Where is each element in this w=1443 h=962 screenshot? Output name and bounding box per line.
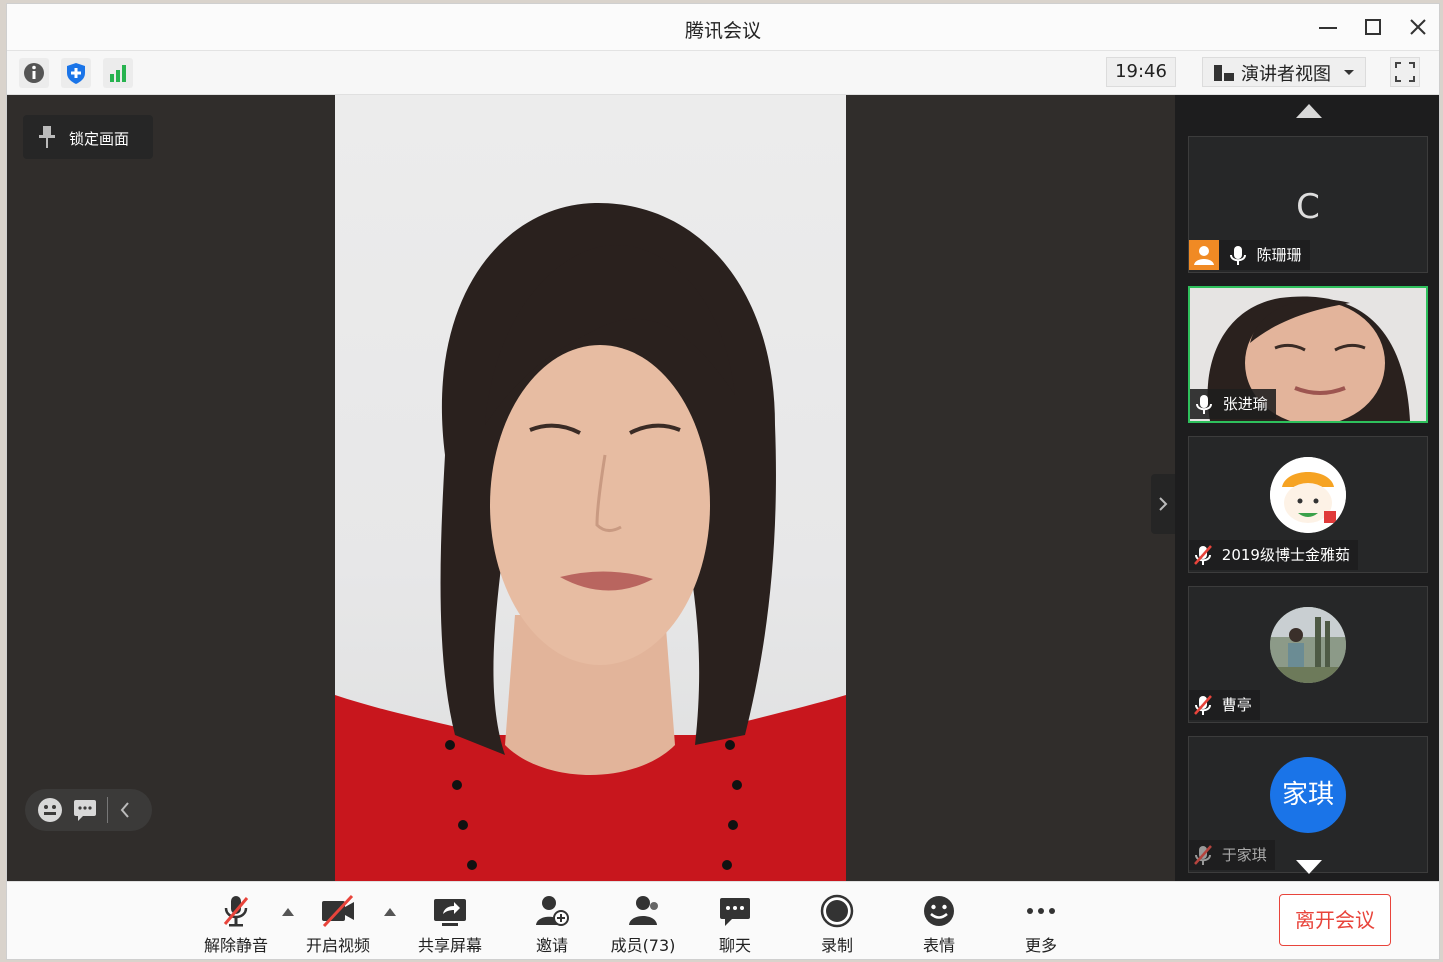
add-user-icon [536,896,569,926]
invite-label: 邀请 [535,936,568,955]
control-bar: 解除静音 开启视频 共享屏幕 邀请 成员(73) 聊天 录制 表情 更多 离开会… [7,881,1439,959]
participant-tile[interactable]: 家琪 于家琪 [1188,736,1428,873]
collapse-left-icon[interactable] [119,801,131,819]
chat-label: 聊天 [718,936,751,955]
chat-button[interactable]: 聊天 [695,892,775,955]
participant-avatar [1270,457,1346,533]
chevron-right-icon [1159,497,1168,511]
scroll-up-icon[interactable] [1295,103,1323,119]
participant-name: 于家琪 [1221,846,1267,864]
participant-initial: C [1296,187,1320,227]
more-label: 更多 [1024,936,1057,955]
participant-tile[interactable]: 2019级博士金雅茹 [1188,436,1428,573]
participant-tile[interactable]: C 陈珊珊 [1188,136,1428,273]
speaker-view-icon [1214,65,1234,81]
participant-name-chip: 2019级博士金雅茹 [1189,540,1358,570]
microphone-icon [1224,240,1252,270]
participant-tile[interactable]: 曹亭 [1188,586,1428,723]
microphone-muted-icon [1189,540,1217,570]
more-button[interactable]: 更多 [1001,892,1081,955]
participant-name: 2019级博士金雅茹 [1221,546,1350,564]
audio-options-caret[interactable] [282,908,294,916]
meeting-window: 腾讯会议 19:46 演讲者视图 锁定画面 C 陈珊珊 张进瑜 2019级博士金… [6,3,1440,960]
leave-meeting-button[interactable]: 离开会议 [1279,894,1391,946]
speaker-portrait-image [335,202,846,881]
maximize-icon [1365,19,1381,35]
network-button[interactable] [103,58,133,88]
members-icon [629,896,658,925]
view-selector-label: 演讲者视图 [1241,64,1331,85]
participant-tile-active[interactable]: 张进瑜 [1188,286,1428,423]
participant-panel: C 陈珊珊 张进瑜 2019级博士金雅茹 曹亭 家琪 于家琪 [1175,95,1439,881]
start-video-button[interactable]: 开启视频 [298,892,378,955]
members-button[interactable]: 成员(73) [603,892,683,955]
unmute-button[interactable]: 解除静音 [196,892,276,955]
security-button[interactable] [61,58,91,88]
lock-view-button[interactable]: 锁定画面 [23,115,153,159]
close-button[interactable] [1403,14,1431,40]
maximize-button[interactable] [1359,14,1387,40]
cartoon-avatar-image [1270,457,1346,533]
close-icon [1410,19,1426,35]
participant-name: 张进瑜 [1222,395,1268,413]
minimize-button[interactable] [1313,14,1341,40]
meeting-toolbar: 19:46 演讲者视图 [7,51,1439,95]
scroll-down-icon[interactable] [1295,859,1323,875]
participant-name-chip: 张进瑜 [1190,389,1276,419]
speaker-video [335,95,846,881]
info-icon [24,63,44,83]
participant-name: 陈珊珊 [1256,246,1302,264]
participant-name-chip: 曹亭 [1189,690,1260,720]
photo-avatar-image [1270,607,1346,683]
shield-icon [67,63,85,84]
host-icon [1189,240,1219,270]
chat-icon [720,898,750,926]
minimize-icon [1319,27,1337,29]
window-title: 腾讯会议 [684,20,761,42]
video-options-caret[interactable] [384,908,396,916]
members-label: 成员(73) [610,936,676,955]
chat-bubble-icon[interactable] [73,798,97,822]
meeting-timer: 19:46 [1106,57,1176,87]
microphone-icon [1190,389,1218,419]
main-stage: 锁定画面 [7,95,1175,881]
signal-bars-icon [110,65,126,82]
reactions-label: 表情 [922,936,955,955]
lock-view-label: 锁定画面 [69,130,130,148]
fullscreen-icon [1395,62,1415,82]
record-button[interactable]: 录制 [797,892,877,955]
microphone-muted-icon [223,896,249,927]
floating-tools [25,789,152,831]
share-screen-label: 共享屏幕 [417,936,482,955]
participant-avatar: 家琪 [1270,757,1346,833]
info-button[interactable] [19,58,49,88]
share-screen-button[interactable]: 共享屏幕 [410,892,490,955]
view-selector[interactable]: 演讲者视图 [1202,57,1366,87]
record-icon [820,894,854,928]
more-dots-icon [1027,908,1055,914]
microphone-muted-icon [1189,690,1217,720]
unmute-label: 解除静音 [203,936,268,955]
microphone-muted-icon [1189,840,1217,870]
reactions-button[interactable]: 表情 [899,892,979,955]
fullscreen-button[interactable] [1390,57,1420,87]
smiley-icon [924,896,954,926]
participant-name: 曹亭 [1221,696,1252,714]
participant-avatar [1270,607,1346,683]
record-label: 录制 [820,936,853,955]
chevron-down-icon [1344,70,1354,75]
invite-button[interactable]: 邀请 [512,892,592,955]
camera-off-icon [322,894,354,928]
participant-name-chip: 陈珊珊 [1189,240,1310,270]
share-screen-icon [434,899,466,926]
pin-icon [39,126,55,148]
participant-name-chip: 于家琪 [1189,840,1275,870]
title-bar: 腾讯会议 [7,4,1439,51]
panel-toggle[interactable] [1151,474,1175,534]
emoji-icon[interactable] [37,797,63,823]
start-video-label: 开启视频 [305,936,370,955]
